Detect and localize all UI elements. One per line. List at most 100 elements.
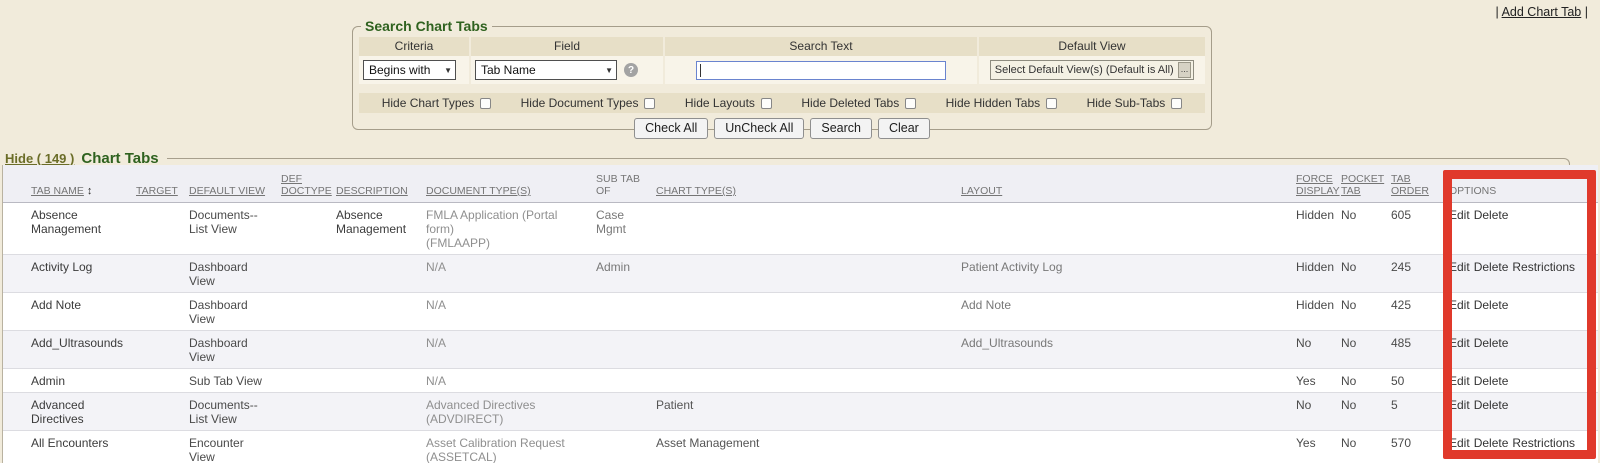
column-header-label[interactable]: FORCE DISPLAY [1296, 173, 1340, 197]
column-header-label[interactable]: DOCUMENT TYPE(S) [426, 185, 531, 197]
hide-deleted-tabs-checkbox[interactable] [905, 98, 916, 109]
cell-description [336, 255, 426, 292]
restrictions-link[interactable]: Restrictions [1512, 260, 1575, 274]
restrictions-link[interactable]: Restrictions [1512, 436, 1575, 450]
cell-tab_order: 50 [1391, 369, 1449, 392]
check-all-button[interactable]: Check All [634, 118, 708, 139]
cell-document_types: N/A [426, 293, 596, 330]
cell-tab_name: Activity Log [31, 255, 136, 292]
separator-left: | [1496, 5, 1499, 19]
cell-layout [961, 369, 1296, 392]
column-header-label[interactable]: CHART TYPE(S) [656, 185, 736, 197]
column-header-default_view[interactable]: DEFAULT VIEW [189, 185, 281, 197]
uncheck-all-button[interactable]: UnCheck All [714, 118, 804, 139]
cell-tab_order: 245 [1391, 255, 1449, 292]
column-header-label[interactable]: TAB NAME [31, 185, 84, 197]
edit-link[interactable]: Edit [1449, 398, 1470, 412]
column-header-label[interactable]: DEF DOCTYPE [281, 173, 332, 197]
hide-sub-tabs-checkbox[interactable] [1171, 98, 1182, 109]
column-header-document_types[interactable]: DOCUMENT TYPE(S) [426, 185, 596, 197]
field-header: Field [471, 37, 663, 56]
column-header-label[interactable]: LAYOUT [961, 185, 1002, 197]
search-text-input[interactable] [696, 61, 946, 80]
cell-sub_tab_of: Admin [596, 255, 656, 292]
add-chart-tab-link[interactable]: Add Chart Tab [1502, 5, 1582, 19]
cell-def_doctype [281, 369, 336, 392]
default-view-selector-button[interactable]: Select Default View(s) (Default is All).… [990, 60, 1194, 80]
edit-link[interactable]: Edit [1449, 208, 1470, 222]
filter-hide-deleted-tabs: Hide Deleted Tabs [801, 96, 916, 110]
cell-target [136, 203, 189, 254]
column-header-layout[interactable]: LAYOUT [961, 185, 1296, 197]
column-header-target[interactable]: TARGET [136, 185, 189, 197]
help-icon[interactable]: ? [624, 63, 638, 77]
column-header-tab_order[interactable]: TAB ORDER [1391, 173, 1449, 197]
cell-pocket_tab: No [1341, 293, 1391, 330]
clear-button[interactable]: Clear [878, 118, 930, 139]
cell-sub_tab_of [596, 369, 656, 392]
cell-target [136, 331, 189, 368]
cell-document_types: FMLA Application (Portal form) (FMLAAPP) [426, 203, 596, 254]
hide-results-link[interactable]: Hide ( 149 ) [5, 151, 74, 166]
cell-description [336, 431, 426, 463]
column-header-sub_tab_of: SUB TAB OF [596, 173, 656, 197]
cell-target [136, 293, 189, 330]
table-row: Activity LogDashboard ViewN/AAdminPatien… [3, 255, 1598, 293]
edit-link[interactable]: Edit [1449, 298, 1470, 312]
hide-document-types-checkbox[interactable] [644, 98, 655, 109]
criteria-select[interactable]: Begins with▼ [363, 60, 456, 80]
cell-default_view: Encounter View [189, 431, 281, 463]
cell-tab_order: 425 [1391, 293, 1449, 330]
field-select[interactable]: Tab Name▼ [475, 60, 617, 80]
delete-link[interactable]: Delete [1474, 336, 1509, 350]
cell-pocket_tab: No [1341, 393, 1391, 430]
column-header-label[interactable]: DEFAULT VIEW [189, 185, 265, 197]
delete-link[interactable]: Delete [1474, 260, 1509, 274]
cell-force_display: Hidden [1296, 255, 1341, 292]
edit-link[interactable]: Edit [1449, 336, 1470, 350]
cell-chart_types [656, 203, 961, 254]
cell-chart_types [656, 331, 961, 368]
cell-options: Edit Delete [1449, 331, 1598, 368]
edit-link[interactable]: Edit [1449, 374, 1470, 388]
cell-target [136, 431, 189, 463]
sort-icon[interactable]: ↕ [87, 185, 93, 197]
edit-link[interactable]: Edit [1449, 260, 1470, 274]
ellipsis-more-button[interactable]: ... [1178, 62, 1192, 78]
cell-default_view: Dashboard View [189, 255, 281, 292]
cell-tab_name: Add Note [31, 293, 136, 330]
search-button[interactable]: Search [810, 118, 872, 139]
column-header-label[interactable]: TAB ORDER [1391, 173, 1429, 197]
column-header-pocket_tab[interactable]: POCKET TAB [1341, 173, 1391, 197]
column-header-label[interactable]: TARGET [136, 185, 178, 197]
cell-force_display: Hidden [1296, 203, 1341, 254]
cell-layout [961, 393, 1296, 430]
delete-link[interactable]: Delete [1474, 398, 1509, 412]
table-row: Add NoteDashboard ViewN/AAdd NoteHiddenN… [3, 293, 1598, 331]
column-header-description[interactable]: DESCRIPTION [336, 185, 426, 197]
delete-link[interactable]: Delete [1474, 208, 1509, 222]
cell-document_types: N/A [426, 331, 596, 368]
filter-hide-document-types: Hide Document Types [521, 96, 656, 110]
column-header-tab_name[interactable]: TAB NAME↕ [31, 185, 136, 197]
column-header-force_display[interactable]: FORCE DISPLAY [1296, 173, 1341, 197]
filter-label: Hide Document Types [521, 96, 639, 110]
cell-options: Edit DeleteRestrictions [1449, 431, 1598, 463]
chevron-down-icon: ▼ [444, 66, 452, 75]
cell-def_doctype [281, 255, 336, 292]
cell-document_types: Advanced Directives (ADVDIRECT) [426, 393, 596, 430]
column-header-chart_types[interactable]: CHART TYPE(S) [656, 185, 961, 197]
cell-description [336, 393, 426, 430]
delete-link[interactable]: Delete [1474, 436, 1509, 450]
column-header-label[interactable]: POCKET TAB [1341, 173, 1384, 197]
edit-link[interactable]: Edit [1449, 436, 1470, 450]
hide-hidden-tabs-checkbox[interactable] [1046, 98, 1057, 109]
delete-link[interactable]: Delete [1474, 374, 1509, 388]
column-header-def_doctype[interactable]: DEF DOCTYPE [281, 173, 336, 197]
search-chart-tabs-panel: Search Chart Tabs Criteria Field Search … [352, 18, 1212, 130]
column-header-label[interactable]: DESCRIPTION [336, 185, 408, 197]
cell-sub_tab_of [596, 393, 656, 430]
hide-layouts-checkbox[interactable] [761, 98, 772, 109]
delete-link[interactable]: Delete [1474, 298, 1509, 312]
hide-chart-types-checkbox[interactable] [480, 98, 491, 109]
